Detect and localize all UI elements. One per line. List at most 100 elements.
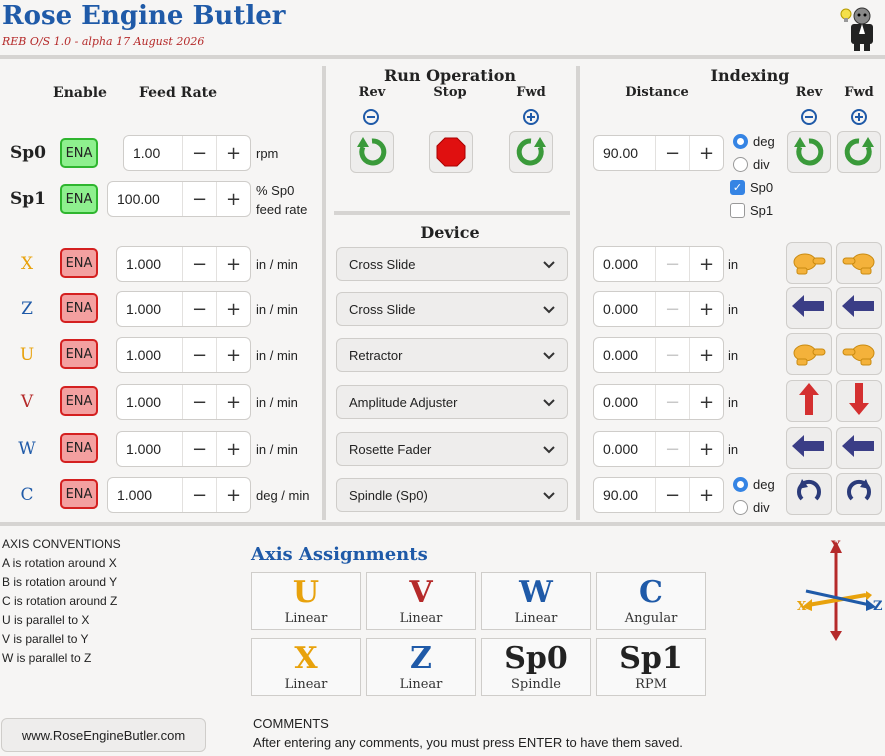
sp1-feed-stepper[interactable]: 100.00 − +	[107, 181, 251, 217]
axis-assignment-card[interactable]: X Linear	[251, 638, 361, 696]
radio-dot[interactable]	[733, 500, 748, 515]
axis-feed-decrement[interactable]: −	[182, 432, 216, 466]
axis-feed-stepper[interactable]: 1.000 − +	[116, 337, 251, 373]
axis-distance-stepper[interactable]: 0.000 − +	[593, 384, 724, 420]
axis-enable-button[interactable]: ENA	[60, 339, 98, 369]
spindle-distance-increment[interactable]: +	[689, 136, 723, 170]
axis-fwd-button[interactable]	[836, 380, 882, 422]
sp1-checkbox[interactable]: Sp1	[730, 203, 773, 218]
axis-feed-decrement[interactable]: −	[182, 338, 216, 372]
axis-distance-value[interactable]: 0.000	[594, 441, 655, 457]
axis-enable-button[interactable]: ENA	[60, 479, 98, 509]
axis-feed-stepper[interactable]: 1.000 − +	[107, 477, 251, 513]
axis-feed-stepper[interactable]: 1.000 − +	[116, 291, 251, 327]
axis-device-select[interactable]: Cross Slide	[336, 292, 568, 326]
axis-enable-button[interactable]: ENA	[60, 433, 98, 463]
axis-feed-stepper[interactable]: 1.000 − +	[116, 384, 251, 420]
axis-feed-increment[interactable]: +	[216, 292, 250, 326]
axis-feed-value[interactable]: 1.000	[117, 256, 182, 272]
axis-feed-stepper[interactable]: 1.000 − +	[116, 246, 251, 282]
sp0-feed-increment[interactable]: +	[216, 136, 250, 170]
axis-device-select[interactable]: Spindle (Sp0)	[336, 478, 568, 512]
sp0-feed-stepper[interactable]: 1.00 − +	[123, 135, 251, 171]
stop-button[interactable]	[429, 131, 473, 173]
index-fwd-button[interactable]	[837, 131, 881, 173]
axis-assignment-card[interactable]: Sp0 Spindle	[481, 638, 591, 696]
axis-fwd-button[interactable]	[836, 427, 882, 469]
spindle-div-radio[interactable]: div	[733, 157, 770, 172]
axis-feed-value[interactable]: 1.000	[108, 487, 182, 503]
radio-dot[interactable]	[733, 157, 748, 172]
spindle-distance-stepper[interactable]: 90.00 − +	[593, 135, 724, 171]
axis-feed-increment[interactable]: +	[216, 338, 250, 372]
axis-distance-value[interactable]: 90.00	[594, 487, 655, 503]
spindle-deg-radio[interactable]: deg	[733, 134, 775, 149]
axis-feed-increment[interactable]: +	[216, 432, 250, 466]
sp1-enable-button[interactable]: ENA	[60, 184, 98, 214]
axis-feed-decrement[interactable]: −	[182, 247, 216, 281]
sp1-feed-decrement[interactable]: −	[182, 182, 216, 216]
axis-distance-decrement[interactable]: −	[655, 338, 689, 372]
sp0-enable-button[interactable]: ENA	[60, 138, 98, 168]
axis-distance-stepper[interactable]: 0.000 − +	[593, 246, 724, 282]
checkbox-box[interactable]	[730, 203, 745, 218]
axis-feed-value[interactable]: 1.000	[117, 347, 182, 363]
axis-feed-value[interactable]: 1.000	[117, 394, 182, 410]
axis-assignment-card[interactable]: V Linear	[366, 572, 476, 630]
axis-distance-increment[interactable]: +	[689, 247, 723, 281]
axis-distance-stepper[interactable]: 0.000 − +	[593, 337, 724, 373]
axis-distance-increment[interactable]: +	[689, 338, 723, 372]
sp0-feed-decrement[interactable]: −	[182, 136, 216, 170]
axis-fwd-button[interactable]	[836, 473, 882, 515]
axis-fwd-button[interactable]	[836, 287, 882, 329]
axis-assignment-card[interactable]: Sp1 RPM	[596, 638, 706, 696]
axis-feed-decrement[interactable]: −	[182, 292, 216, 326]
axis-distance-increment[interactable]: +	[689, 292, 723, 326]
radio-dot[interactable]	[733, 477, 748, 492]
axis-rev-button[interactable]	[786, 242, 832, 284]
axis-distance-decrement[interactable]: −	[655, 478, 689, 512]
sp0-checkbox[interactable]: ✓ Sp0	[730, 180, 773, 195]
axis-distance-increment[interactable]: +	[689, 385, 723, 419]
axis-device-select[interactable]: Rosette Fader	[336, 432, 568, 466]
axis-assignment-card[interactable]: W Linear	[481, 572, 591, 630]
axis-device-select[interactable]: Retractor	[336, 338, 568, 372]
axis-feed-increment[interactable]: +	[216, 247, 250, 281]
axis-distance-value[interactable]: 0.000	[594, 256, 655, 272]
axis-rev-button[interactable]	[786, 333, 832, 375]
axis-distance-value[interactable]: 0.000	[594, 347, 655, 363]
checkbox-box[interactable]: ✓	[730, 180, 745, 195]
index-rev-button[interactable]	[787, 131, 831, 173]
c-div-radio[interactable]: div	[733, 500, 770, 515]
axis-rev-button[interactable]	[786, 380, 832, 422]
axis-device-select[interactable]: Amplitude Adjuster	[336, 385, 568, 419]
website-button[interactable]: www.RoseEngineButler.com	[1, 718, 206, 752]
sp1-feed-value[interactable]: 100.00	[108, 191, 182, 207]
axis-distance-increment[interactable]: +	[689, 478, 723, 512]
axis-rev-button[interactable]	[786, 427, 832, 469]
axis-feed-increment[interactable]: +	[216, 385, 250, 419]
axis-device-select[interactable]: Cross Slide	[336, 247, 568, 281]
axis-distance-value[interactable]: 0.000	[594, 301, 655, 317]
c-deg-radio[interactable]: deg	[733, 477, 775, 492]
axis-feed-stepper[interactable]: 1.000 − +	[116, 431, 251, 467]
run-fwd-button[interactable]	[509, 131, 553, 173]
axis-distance-stepper[interactable]: 0.000 − +	[593, 431, 724, 467]
axis-rev-button[interactable]	[786, 287, 832, 329]
axis-distance-increment[interactable]: +	[689, 432, 723, 466]
axis-assignment-card[interactable]: U Linear	[251, 572, 361, 630]
axis-feed-value[interactable]: 1.000	[117, 441, 182, 457]
axis-enable-button[interactable]: ENA	[60, 293, 98, 323]
axis-assignment-card[interactable]: Z Linear	[366, 638, 476, 696]
axis-distance-stepper[interactable]: 90.00 − +	[593, 477, 724, 513]
axis-distance-decrement[interactable]: −	[655, 247, 689, 281]
axis-fwd-button[interactable]	[836, 333, 882, 375]
axis-enable-button[interactable]: ENA	[60, 248, 98, 278]
spindle-distance-value[interactable]: 90.00	[594, 145, 655, 161]
axis-distance-value[interactable]: 0.000	[594, 394, 655, 410]
axis-feed-decrement[interactable]: −	[182, 385, 216, 419]
axis-feed-decrement[interactable]: −	[182, 478, 216, 512]
axis-distance-stepper[interactable]: 0.000 − +	[593, 291, 724, 327]
sp1-feed-increment[interactable]: +	[216, 182, 250, 216]
axis-distance-decrement[interactable]: −	[655, 432, 689, 466]
